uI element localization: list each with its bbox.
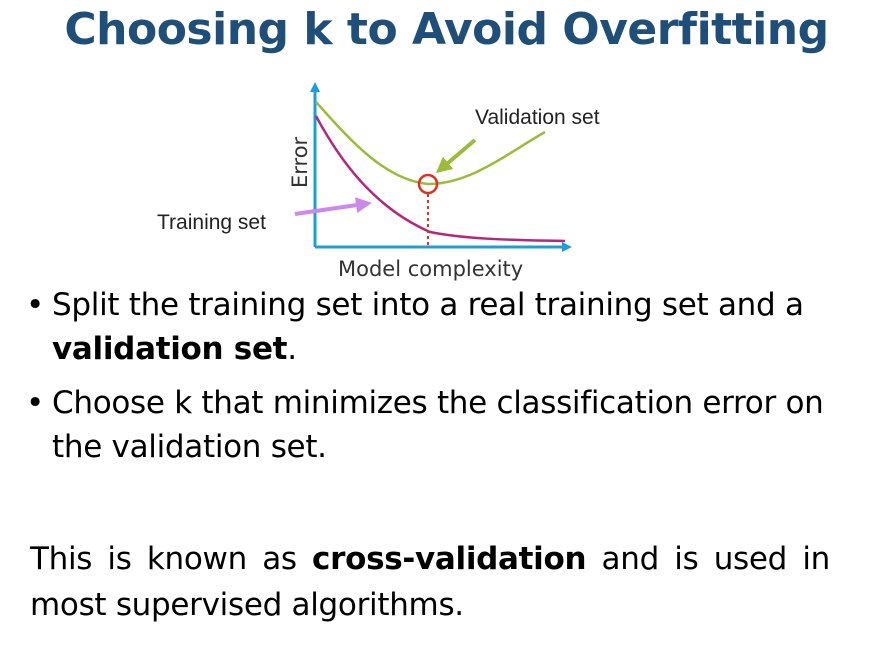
bullet-list: • Split the training set into a real tra… (26, 283, 866, 479)
y-axis-label: Error (288, 136, 312, 188)
bold-term: cross-validation (312, 541, 587, 577)
bullet-item: • Choose k that minimizes the classifica… (26, 381, 866, 469)
bullet-item: • Split the training set into a real tra… (26, 283, 866, 371)
validation-arrow (435, 138, 477, 174)
training-error-curve (314, 115, 566, 243)
closing-statement: This is known as cross-validation and is… (30, 541, 830, 623)
training-arrow (294, 197, 372, 216)
training-set-label: Training set (157, 211, 266, 234)
bold-term: validation set (52, 331, 288, 367)
bullet-marker: • (26, 385, 44, 421)
bullet-text: Split the training set into a real train… (52, 287, 804, 367)
x-axis-label: Model complexity (338, 257, 523, 281)
validation-set-label: Validation set (475, 106, 600, 129)
bullet-text: Choose k that minimizes the classificati… (52, 385, 824, 465)
bullet-marker: • (26, 287, 44, 323)
